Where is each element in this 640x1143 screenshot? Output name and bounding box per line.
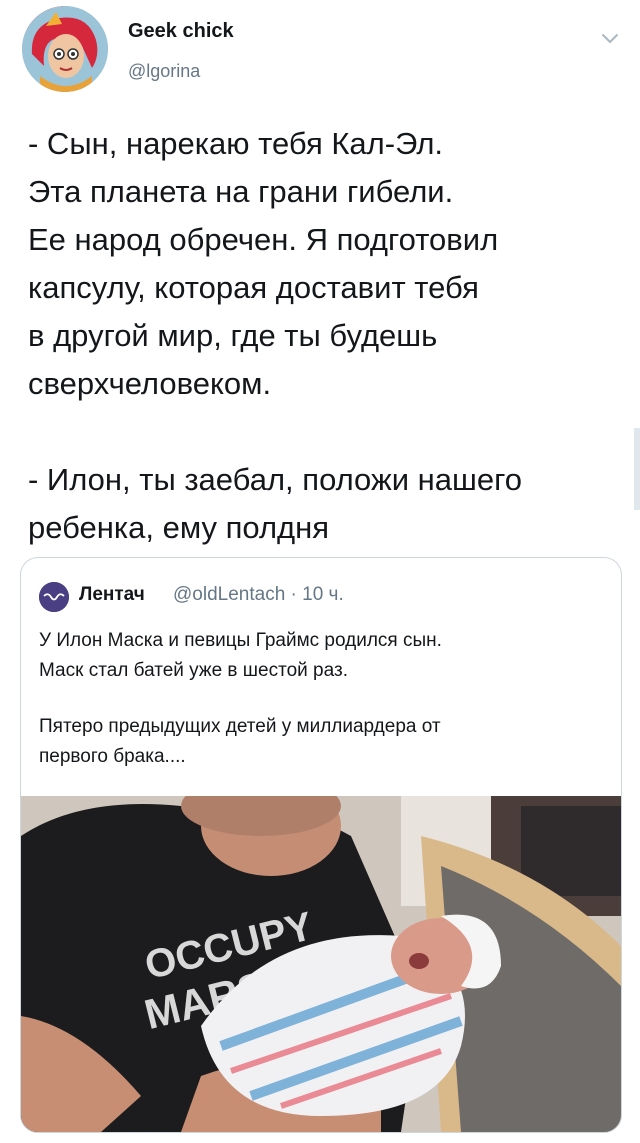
quoted-tweet-header: Лентач @oldLentach · 10 ч. [39,580,599,612]
quoted-line: Маск стал батей уже в шестой раз. [39,660,348,681]
quoted-tweet[interactable]: Лентач @oldLentach · 10 ч. У Илон Маска … [20,557,622,1133]
quoted-line: У Илон Маска и певицы Граймс родился сын… [39,630,442,651]
author-name[interactable]: Geek chick [128,20,234,43]
tweet-line: Эта планета на грани гибели. [28,174,454,209]
quoted-line: первого брака.... [39,746,186,767]
quoted-photo[interactable]: OCCUPY MARS [21,796,621,1132]
author-avatar[interactable] [22,6,108,92]
tweet-line: капсулу, которая доставит тебя [28,270,479,305]
tweet-line: сверхчеловеком. [28,366,272,401]
tweet-card: Geek chick @lgorina - Сын, нарекаю тебя … [0,0,640,1143]
quoted-text: У Илон Маска и певицы Граймс родился сын… [39,626,599,772]
lentach-logo-icon[interactable] [39,582,69,612]
quoted-handle-time: @oldLentach · 10 ч. [173,584,344,605]
quoted-line: Пятеро предыдущих детей у миллиардера от [39,716,441,737]
tweet-text: - Сын, нарекаю тебя Кал-Эл. Эта планета … [28,120,628,552]
quoted-author-name[interactable]: Лентач [79,584,145,606]
tweet-line: Ее народ обречен. Я подготовил [28,222,499,257]
tweet-line: ребенка, ему полдня [28,510,330,545]
tweet-line: - Сын, нарекаю тебя Кал-Эл. [28,126,444,161]
author-handle[interactable]: @lgorina [128,61,200,82]
tweet-header: Geek chick @lgorina [22,6,622,96]
chevron-down-icon[interactable] [598,26,622,50]
scroll-indicator [634,428,640,510]
tweet-line: в другой мир, где ты будешь [28,318,438,353]
tweet-line: - Илон, ты заебал, положи нашего [28,462,522,497]
